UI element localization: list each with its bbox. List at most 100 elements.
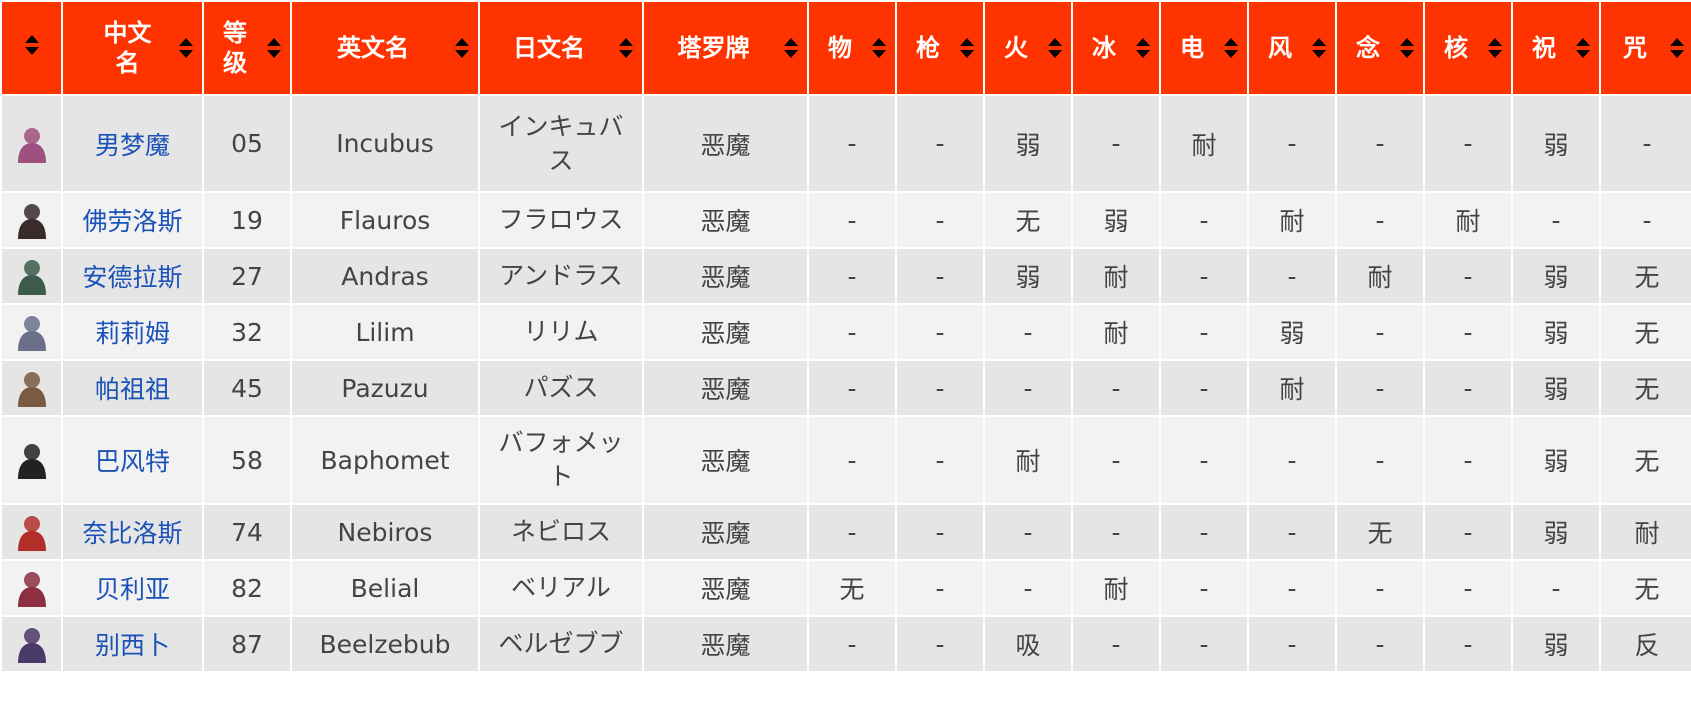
- res-psy-cell: 耐: [1335, 247, 1425, 305]
- column-header-res-gun[interactable]: 枪: [895, 0, 985, 96]
- column-header-res-bless[interactable]: 祝: [1511, 0, 1601, 96]
- res-phys-cell: -: [807, 503, 897, 561]
- belial-avatar[interactable]: [14, 569, 50, 607]
- level-cell: 74: [202, 503, 292, 561]
- header-label: 中文: [103, 19, 152, 47]
- en-name-cell: Flauros: [290, 191, 480, 249]
- header-label: 核: [1444, 34, 1468, 62]
- avatar-cell: [0, 247, 63, 305]
- column-header-res-ice[interactable]: 冰: [1071, 0, 1161, 96]
- demon-name-link[interactable]: 佛劳洛斯: [82, 207, 182, 236]
- res-wind-cell: -: [1247, 94, 1337, 193]
- res-psy-cell: -: [1335, 415, 1425, 505]
- cn-name-cell: 佛劳洛斯: [61, 191, 204, 249]
- header-label: 咒: [1623, 34, 1647, 62]
- en-name-cell: Belial: [290, 559, 480, 617]
- jp-name-text: バフォメット: [492, 426, 629, 494]
- sort-icon[interactable]: [1223, 37, 1239, 59]
- sort-icon[interactable]: [1575, 37, 1591, 59]
- column-header-res-phys[interactable]: 物: [807, 0, 897, 96]
- column-header-res-fire[interactable]: 火: [983, 0, 1073, 96]
- res-gun-cell: -: [895, 503, 985, 561]
- baphomet-avatar[interactable]: [14, 441, 50, 479]
- column-header-cn-name[interactable]: 中文名: [61, 0, 204, 96]
- column-header-res-nuke[interactable]: 核: [1423, 0, 1513, 96]
- demon-name-link[interactable]: 别西卜: [95, 631, 170, 660]
- res-fire-cell: 吸: [983, 615, 1073, 673]
- res-ice-cell: -: [1071, 503, 1161, 561]
- column-header-jp-name[interactable]: 日文名: [478, 0, 644, 96]
- andras-avatar[interactable]: [14, 257, 50, 295]
- res-phys-cell: 无: [807, 559, 897, 617]
- res-bless-cell: 弱: [1511, 415, 1601, 505]
- sort-icon[interactable]: [1047, 37, 1063, 59]
- demon-table: 中文名 等级 英文名 日文名 塔罗牌 物 枪 火 冰 电 风 念 核 祝 咒 男…: [0, 0, 1691, 673]
- res-nuke-cell: -: [1423, 415, 1513, 505]
- res-curse-cell: 无: [1599, 415, 1691, 505]
- res-nuke-cell: -: [1423, 94, 1513, 193]
- jp-name-text: フラロウス: [492, 203, 629, 237]
- res-elec-cell: 耐: [1159, 94, 1249, 193]
- avatar-cell: [0, 615, 63, 673]
- jp-name-line: バフォメッ: [498, 428, 624, 458]
- avatar-cell: [0, 303, 63, 361]
- jp-name-cell: ネビロス: [478, 503, 644, 561]
- res-wind-cell: -: [1247, 503, 1337, 561]
- avatar-cell: [0, 559, 63, 617]
- column-header-res-curse[interactable]: 咒: [1599, 0, 1691, 96]
- res-fire-cell: -: [983, 559, 1073, 617]
- nebiros-avatar[interactable]: [14, 513, 50, 551]
- res-ice-cell: -: [1071, 615, 1161, 673]
- demon-name-link[interactable]: 安德拉斯: [82, 263, 182, 292]
- sort-icon[interactable]: [1487, 37, 1503, 59]
- demon-name-link[interactable]: 贝利亚: [95, 575, 170, 604]
- tarot-cell: 恶魔: [642, 303, 809, 361]
- incubus-avatar[interactable]: [14, 125, 50, 163]
- res-wind-cell: -: [1247, 615, 1337, 673]
- flauros-avatar[interactable]: [14, 201, 50, 239]
- sort-icon[interactable]: [783, 37, 799, 59]
- res-fire-cell: 弱: [983, 247, 1073, 305]
- avatar-cell: [0, 415, 63, 505]
- res-nuke-cell: -: [1423, 615, 1513, 673]
- en-name-cell: Pazuzu: [290, 359, 480, 417]
- demon-name-link[interactable]: 奈比洛斯: [82, 519, 182, 548]
- sort-icon[interactable]: [266, 37, 282, 59]
- res-elec-cell: -: [1159, 303, 1249, 361]
- res-elec-cell: -: [1159, 359, 1249, 417]
- header-label: 风: [1268, 34, 1292, 62]
- sort-icon[interactable]: [178, 37, 194, 59]
- table-row: 男梦魔 05 Incubus インキュバス恶魔 - - 弱 - 耐 - - - 弱 -: [0, 94, 1691, 193]
- res-wind-cell: 耐: [1247, 359, 1337, 417]
- res-phys-cell: -: [807, 303, 897, 361]
- res-nuke-cell: -: [1423, 247, 1513, 305]
- column-header-tarot[interactable]: 塔罗牌: [642, 0, 809, 96]
- column-header-icon[interactable]: [0, 0, 63, 96]
- sort-icon[interactable]: [1311, 37, 1327, 59]
- lilim-avatar[interactable]: [14, 313, 50, 351]
- pazuzu-avatar[interactable]: [14, 369, 50, 407]
- res-phys-cell: -: [807, 359, 897, 417]
- jp-name-line: フラロウス: [498, 205, 624, 235]
- beelzebub-avatar[interactable]: [14, 625, 50, 663]
- column-header-level[interactable]: 等级: [202, 0, 292, 96]
- sort-icon[interactable]: [871, 37, 887, 59]
- sort-icon[interactable]: [454, 37, 470, 59]
- sort-icon[interactable]: [618, 37, 634, 59]
- column-header-res-wind[interactable]: 风: [1247, 0, 1337, 96]
- column-header-res-psy[interactable]: 念: [1335, 0, 1425, 96]
- column-header-en-name[interactable]: 英文名: [290, 0, 480, 96]
- sort-icon[interactable]: [1399, 37, 1415, 59]
- sort-icon[interactable]: [1669, 37, 1685, 59]
- res-curse-cell: 无: [1599, 559, 1691, 617]
- column-header-res-elec[interactable]: 电: [1159, 0, 1249, 96]
- sort-icon[interactable]: [1135, 37, 1151, 59]
- res-phys-cell: -: [807, 191, 897, 249]
- demon-name-link[interactable]: 男梦魔: [95, 131, 170, 160]
- demon-name-link[interactable]: 巴风特: [95, 447, 170, 476]
- demon-name-link[interactable]: 莉莉姆: [95, 319, 170, 348]
- res-curse-cell: 反: [1599, 615, 1691, 673]
- sort-icon[interactable]: [959, 37, 975, 59]
- demon-name-link[interactable]: 帕祖祖: [95, 375, 170, 404]
- sort-icon[interactable]: [24, 34, 40, 56]
